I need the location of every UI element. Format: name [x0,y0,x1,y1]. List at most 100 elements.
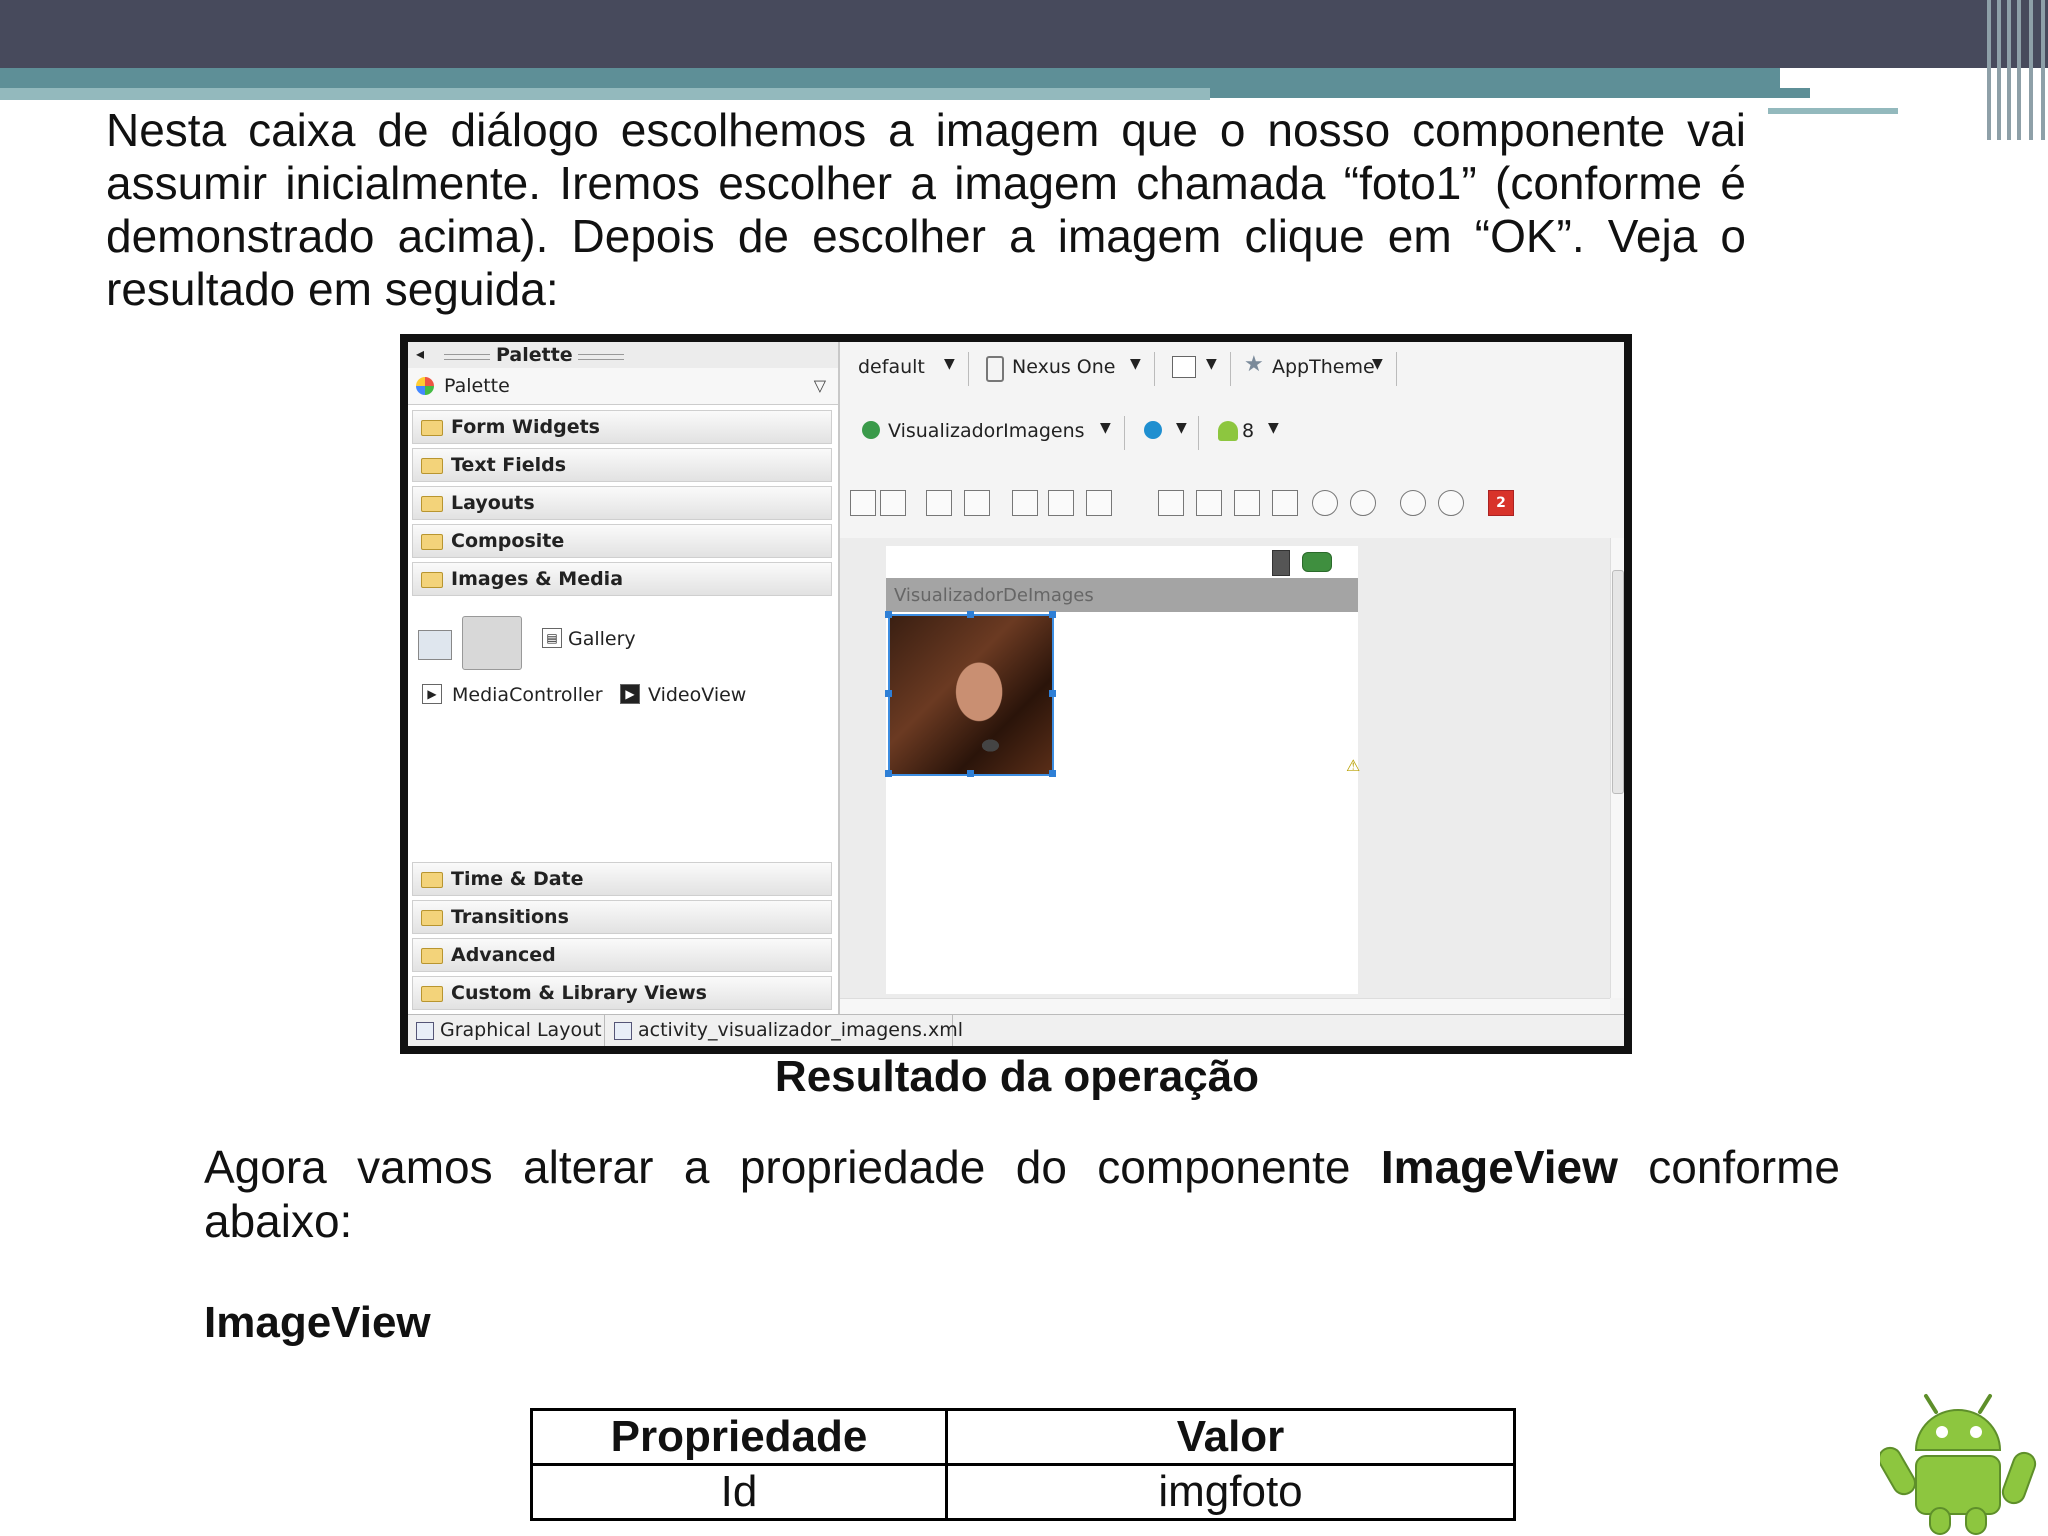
theme-dropdown[interactable]: AppTheme [1272,356,1375,378]
category-text-fields[interactable]: Text Fields [412,448,832,482]
chevron-down-icon: ▽ [813,376,826,395]
distribute-icon[interactable] [1272,490,1298,516]
fill-height-icon[interactable] [964,490,990,516]
chevron-down-icon: ▼ [1372,356,1383,372]
palette-title: Palette [496,344,573,366]
folder-icon [421,986,443,1002]
xml-file-icon [614,1022,632,1040]
layout-icon [416,1022,434,1040]
layout-tools-toolbar: 2 [840,484,1624,524]
palette-icon [416,377,434,395]
intro-paragraph: Nesta caixa de diálogo escolhemos a imag… [106,104,1746,315]
resize-handle[interactable] [885,770,892,777]
device-dropdown[interactable]: Nexus One [1012,356,1115,378]
android-icon [1218,421,1238,441]
zoom-in-icon[interactable] [1438,490,1464,516]
category-images-media[interactable]: Images & Media [412,562,832,596]
resize-handle[interactable] [967,770,974,777]
category-form-widgets[interactable]: Form Widgets [412,410,832,444]
category-transitions[interactable]: Transitions [412,900,832,934]
collapse-arrow-icon[interactable]: ◂ [416,344,424,363]
table-row: Id imgfoto [530,1463,1516,1521]
align-left-icon[interactable] [1158,490,1184,516]
editor-tabs: Graphical Layout activity_visualizador_i… [408,1014,1624,1046]
phone-icon [986,356,1004,382]
figure-caption: Resultado da operação [774,1052,1260,1101]
tab-graphical-layout[interactable]: Graphical Layout [408,1015,605,1046]
slide-corner-decoration [1985,0,2048,140]
layout-vertical-icon[interactable] [880,490,906,516]
show-bounds-icon[interactable] [1012,490,1038,516]
table-cell: Id [530,1463,948,1521]
star-icon: ★ [1244,352,1264,377]
fill-width-icon[interactable] [926,490,952,516]
imageview-widget-icon[interactable] [418,630,452,660]
chevron-down-icon: ▼ [1176,420,1187,436]
media-controller-icon: ▶ [422,684,442,704]
folder-icon [421,534,443,550]
gallery-icon: ▤ [542,628,562,648]
align-center-icon[interactable] [1196,490,1222,516]
zoom-actual-icon[interactable] [1350,490,1376,516]
grip-icon [578,354,624,360]
imagebutton-widget-icon[interactable] [462,616,522,670]
chevron-down-icon: ▼ [1206,356,1217,372]
category-composite[interactable]: Composite [412,524,832,558]
imageview-preview[interactable] [888,614,1054,776]
orientation-icon[interactable] [1172,356,1196,378]
chevron-down-icon: ▼ [1100,420,1111,436]
warning-icon[interactable]: ⚠ [1346,756,1360,775]
globe-icon[interactable] [1144,421,1162,439]
horizontal-scrollbar[interactable] [840,998,1610,1015]
margins-icon[interactable] [1048,490,1074,516]
activity-dropdown[interactable]: VisualizadorImagens [888,420,1085,442]
slide-accent-stripe [0,68,1780,88]
palette-panel: ◂ Palette Palette ▽ Form Widgets Text Fi… [408,342,840,1014]
column-header: Valor [945,1408,1516,1466]
zoom-out-icon[interactable] [1400,490,1426,516]
resize-handle[interactable] [1049,611,1056,618]
properties-table: Propriedade Valor Id imgfoto [530,1408,1516,1521]
slide-top-bar [0,0,2048,68]
resize-handle[interactable] [1049,770,1056,777]
app-title-bar: VisualizadorDeImages [886,578,1358,612]
folder-icon [421,948,443,964]
ide-screenshot: ◂ Palette Palette ▽ Form Widgets Text Fi… [400,334,1632,1054]
palette-titlebar: ◂ Palette [408,342,838,369]
config-toolbar: default ▼ Nexus One ▼ ▼ ★ AppTheme ▼ [840,342,1624,394]
resize-handle[interactable] [1049,690,1056,697]
api-level-dropdown[interactable]: 8 [1242,420,1254,442]
folder-open-icon [421,572,443,588]
category-layouts[interactable]: Layouts [412,486,832,520]
media-controller-widget[interactable]: MediaController [452,684,603,706]
layout-horizontal-icon[interactable] [850,490,876,516]
folder-icon [421,420,443,436]
tab-xml-source[interactable]: activity_visualizador_imagens.xml [606,1015,963,1046]
category-advanced[interactable]: Advanced [412,938,832,972]
resize-handle[interactable] [967,611,974,618]
instruction-paragraph: Agora vamos alterar a propriedade do com… [204,1141,1841,1247]
chevron-down-icon: ▼ [944,356,955,372]
gravity-icon[interactable] [1086,490,1112,516]
column-header: Propriedade [530,1408,948,1466]
grip-icon [444,354,490,360]
component-name: ImageView [1380,1141,1618,1193]
vertical-scroll-thumb[interactable] [1612,570,1624,794]
resize-handle[interactable] [885,611,892,618]
category-time-date[interactable]: Time & Date [412,862,832,896]
zoom-fit-icon[interactable] [1312,490,1338,516]
error-count-badge[interactable]: 2 [1488,490,1514,516]
resize-handle[interactable] [885,690,892,697]
android-mascot-icon [1880,1394,2037,1535]
gallery-widget[interactable]: Gallery [568,628,636,650]
video-view-widget[interactable]: VideoView [648,684,746,706]
slide-accent-stripe-light [1768,108,1898,114]
images-media-items: ▤ Gallery ▶ MediaController ▶ VideoView [408,604,838,754]
palette-dropdown[interactable]: Palette ▽ [408,368,838,405]
category-custom-library-views[interactable]: Custom & Library Views [412,976,832,1010]
baseline-icon[interactable] [1234,490,1260,516]
video-view-icon: ▶ [620,684,640,704]
folder-icon [421,496,443,512]
config-dropdown[interactable]: default [858,356,925,378]
layout-editor: default ▼ Nexus One ▼ ▼ ★ AppTheme ▼ Vis… [840,342,1624,1015]
